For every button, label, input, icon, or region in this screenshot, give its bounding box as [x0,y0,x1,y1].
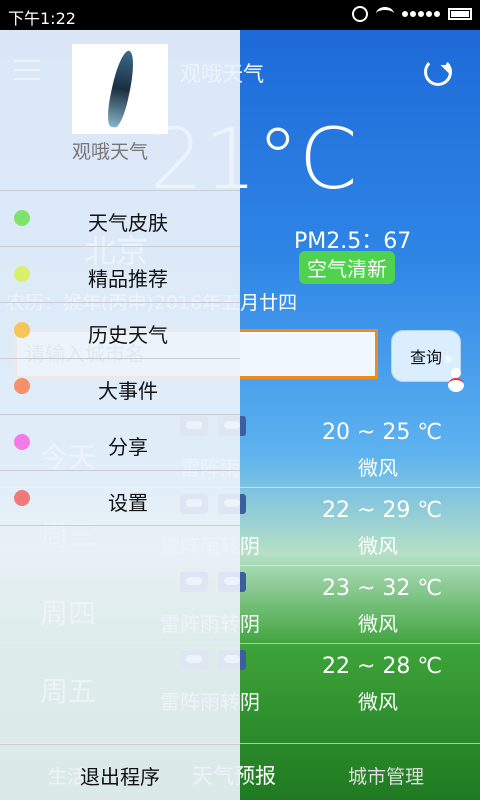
app-logo [72,44,168,134]
battery-icon [448,8,472,20]
tab-city-manage[interactable]: 城市管理 [348,762,424,789]
nav-drawer: 观哦天气 天气皮肤 精品推荐 历史天气 大事件 分享 设置 退出程序 [0,30,240,800]
forecast-wind: 微风 [358,456,398,480]
status-bar: 下午1:22 [0,0,480,30]
wifi-icon [376,7,394,21]
drawer-item-share[interactable]: 分享 [0,414,240,470]
forecast-wind: 微风 [358,612,398,636]
exit-button[interactable]: 退出程序 [0,744,240,800]
drawer-item-label: 历史天气 [88,323,168,347]
forecast-range: 20 ~ 25 ℃ [322,420,443,445]
refresh-icon[interactable] [424,58,452,86]
drawer-item-label: 分享 [108,435,148,459]
forecast-wind: 微风 [358,690,398,714]
status-time: 下午1:22 [8,9,76,28]
exit-label: 退出程序 [80,765,160,789]
forecast-wind: 微风 [358,534,398,558]
status-icons [352,6,472,22]
drawer-item-skin[interactable]: 天气皮肤 [0,190,240,246]
forecast-range: 23 ~ 32 ℃ [322,576,443,601]
snowflake-icon: ✳ [442,352,454,368]
alarm-icon [352,6,368,22]
drawer-item-history[interactable]: 历史天气 [0,302,240,358]
forecast-range: 22 ~ 29 ℃ [322,498,443,523]
drawer-item-label: 天气皮肤 [88,211,168,235]
snowman-icon [446,368,466,392]
forecast-range: 22 ~ 28 ℃ [322,654,443,679]
drawer-item-settings[interactable]: 设置 [0,470,240,526]
drawer-item-label: 精品推荐 [88,267,168,291]
drawer-item-label: 设置 [108,491,148,515]
drawer-item-events[interactable]: 大事件 [0,358,240,414]
drawer-title: 观哦天气 [72,141,149,163]
air-quality-badge: 空气清新 [299,251,395,284]
drawer-item-recommend[interactable]: 精品推荐 [0,246,240,302]
feather-icon [104,48,138,130]
signal-icon [402,11,440,17]
drawer-item-label: 大事件 [98,379,158,403]
